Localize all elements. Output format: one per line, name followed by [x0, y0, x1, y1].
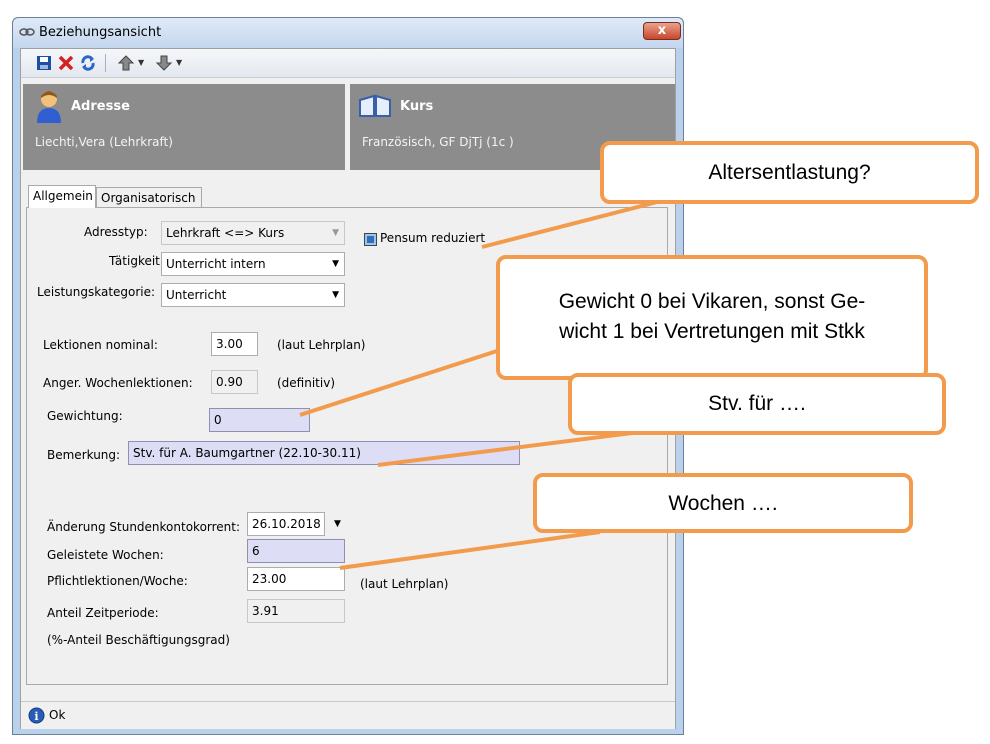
callout-text: Altersentlastung?	[708, 161, 871, 184]
callout-text: wicht 1 bei Vertretungen mit Stkk	[559, 320, 865, 343]
callout-text: Gewicht 0 bei Vikaren, sonst Ge-	[558, 290, 866, 313]
callout-wochen: Wochen ….	[533, 473, 913, 533]
callout-line	[377, 430, 641, 467]
callout-text: Stv. für ….	[708, 392, 806, 415]
callout-gewicht: Gewicht 0 bei Vikaren, sonst Ge- wicht 1…	[496, 255, 928, 380]
callout-text: Wochen ….	[668, 492, 778, 515]
callout-stv: Stv. für ….	[568, 373, 946, 435]
callout-line	[481, 198, 666, 249]
callout-altersentlastung: Altersentlastung?	[600, 141, 979, 204]
callout-line	[299, 348, 501, 417]
tab-allgemein[interactable]: Allgemein	[28, 185, 96, 208]
callout-line	[339, 530, 601, 570]
